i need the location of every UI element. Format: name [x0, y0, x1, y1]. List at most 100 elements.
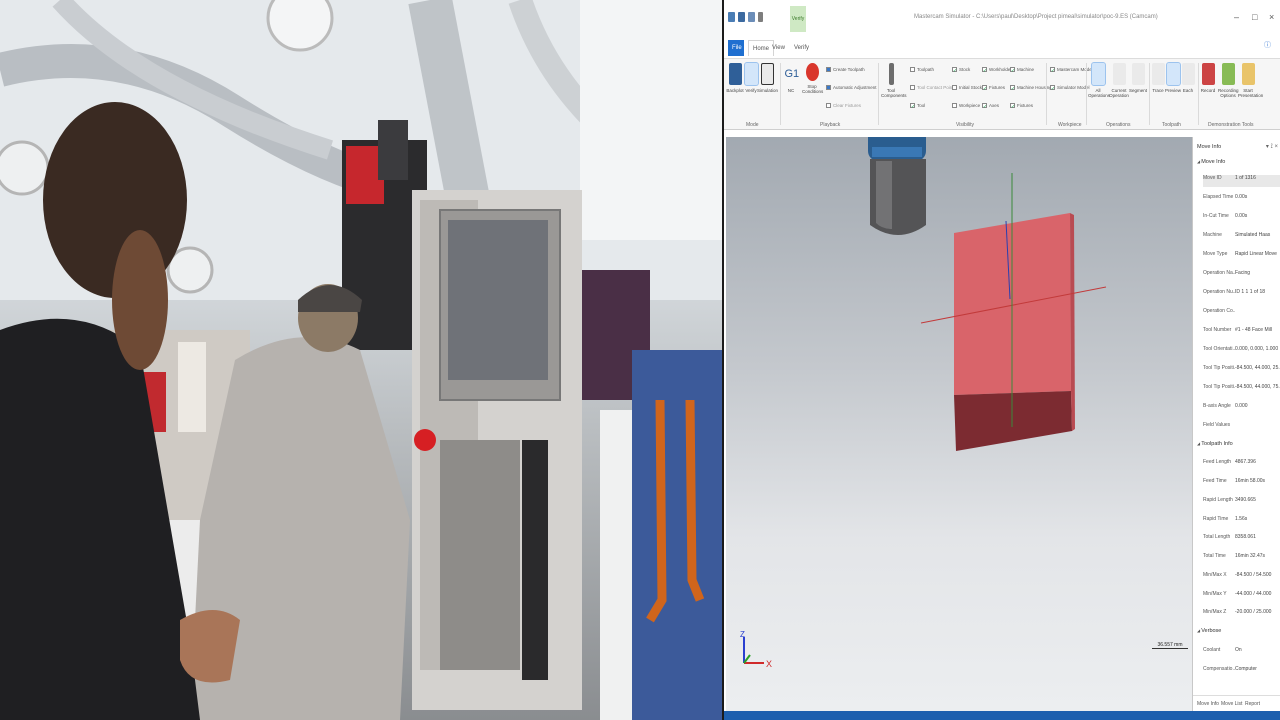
property-row[interactable]: Operation Nu... ID 1 1 1 of 18 — [1203, 289, 1280, 301]
window-title: Mastercam Simulator - C:\Users\paul\Desk… — [914, 14, 1158, 20]
property-row[interactable]: Feed Time 16min 58.00s — [1203, 478, 1280, 490]
property-row[interactable]: Compensatio... Computer — [1203, 666, 1280, 678]
tab-file[interactable]: File — [728, 40, 744, 56]
status-bar — [724, 711, 1280, 720]
property-row[interactable]: Machine Simulated Haas — [1203, 232, 1280, 244]
check-stock[interactable]: Stock — [952, 67, 970, 73]
viewport-scene — [868, 137, 1107, 451]
recording-options-button[interactable]: Recording Options — [1218, 63, 1239, 98]
recording-options-icon — [1221, 63, 1235, 85]
property-row[interactable]: Min/Max Y -44.000 / 44.000 — [1203, 591, 1280, 603]
property-row[interactable]: Tool Tip Positi... -84.500, 44.000, 75... — [1203, 384, 1280, 396]
property-row[interactable]: Min/Max Z -20.000 / 25.000 — [1203, 609, 1280, 621]
all-operations-icon — [1090, 62, 1106, 86]
tool-components-button[interactable]: Tool Components — [881, 63, 907, 98]
simulator-app-window: Verify Mastercam Simulator - C:\Users\pa… — [724, 0, 1280, 720]
property-row[interactable]: Total Length 8358.061 — [1203, 534, 1280, 546]
start-presentation-button[interactable]: Start Presentation — [1238, 63, 1263, 98]
segment-button[interactable]: Segment — [1128, 63, 1148, 93]
property-row[interactable]: B-axis Angle 0.000 — [1203, 403, 1280, 415]
minimize-button[interactable]: – — [1234, 12, 1239, 22]
tab-report[interactable]: Report — [1245, 701, 1260, 707]
property-row[interactable]: Operation Co... — [1203, 308, 1280, 320]
stop-conditions-button[interactable]: Stop Conditions — [802, 63, 823, 94]
each-button[interactable]: Each — [1178, 63, 1198, 93]
simulation-button[interactable]: Simulation — [757, 63, 778, 93]
property-key: Operation Co... — [1203, 308, 1235, 314]
verify-icon — [743, 62, 759, 86]
check-workholder[interactable]: Workholder — [982, 67, 1012, 73]
create-toolpath-option[interactable]: Create Toolpath — [826, 67, 865, 73]
property-row[interactable]: Tool Tip Positi... -84.500, 44.000, 25... — [1203, 365, 1280, 377]
record-button[interactable]: Record — [1198, 63, 1218, 93]
check-machine[interactable]: Machine — [1010, 67, 1034, 73]
panel-title: Move Info — [1197, 144, 1222, 150]
clear-fixtures-option[interactable]: Clear Fixtures — [826, 103, 861, 109]
group-label-mode: Mode — [746, 122, 759, 128]
maximize-button[interactable]: □ — [1252, 12, 1257, 22]
property-key: Min/Max Y — [1203, 591, 1227, 597]
check-tool[interactable]: Tool — [910, 103, 925, 109]
g1-icon: G1 — [784, 63, 799, 85]
property-value: 16min 58.00s — [1235, 478, 1266, 484]
property-value: 8358.061 — [1235, 534, 1256, 540]
property-row[interactable]: Coolant On — [1203, 647, 1280, 659]
group-label-visibility: Visibility — [956, 122, 974, 128]
current-operation-button[interactable]: Current Operation — [1109, 63, 1129, 98]
tool-holder — [868, 137, 926, 235]
section-header[interactable]: Verbose — [1197, 628, 1221, 634]
property-value: 1.56s — [1235, 516, 1248, 522]
property-row[interactable]: Elapsed Time 0.00s — [1203, 194, 1280, 206]
property-value: 0.000 — [1235, 403, 1248, 409]
property-row[interactable]: Operation Na... Facing — [1203, 270, 1280, 282]
group-label-playback: Playback — [820, 122, 841, 128]
property-row[interactable]: Field Values — [1203, 422, 1280, 434]
property-row[interactable]: Feed Length 4867.396 — [1203, 459, 1280, 471]
simulation-viewport[interactable]: Z X 36.557 mm — [726, 137, 1192, 711]
property-row[interactable]: Min/Max X -84.500 / 54.500 — [1203, 572, 1280, 584]
property-value: 0.00s — [1235, 213, 1248, 219]
property-row[interactable]: Tool Orientati... 0.000, 0.000, 1.000 — [1203, 346, 1280, 358]
property-row[interactable]: In-Cut Time 0.00s — [1203, 213, 1280, 225]
each-icon — [1181, 63, 1195, 85]
check-toolpath[interactable]: Toolpath — [910, 67, 934, 73]
save-icon[interactable] — [738, 12, 745, 22]
property-value: 16min 32.47s — [1235, 553, 1266, 559]
property-row[interactable]: Rapid Length 3490.665 — [1203, 497, 1280, 509]
undo-icon[interactable] — [748, 12, 755, 22]
section-header[interactable]: Move Info — [1197, 159, 1225, 165]
property-row[interactable]: Rapid Time 1.56s — [1203, 516, 1280, 528]
tab-view[interactable]: View — [768, 40, 789, 56]
camera-feed — [0, 0, 722, 720]
check-tool-contact-point[interactable]: Tool Contact Point — [910, 85, 954, 91]
panel-controls[interactable]: ▾ ⟟ × — [1266, 143, 1278, 151]
section-header[interactable]: Toolpath Info — [1197, 441, 1233, 447]
property-row[interactable]: Move Type Rapid Linear Move — [1203, 251, 1280, 263]
property-value: -84.500, 44.000, 75... — [1235, 384, 1280, 390]
all-operations-button[interactable]: All Operations — [1088, 62, 1110, 98]
nc-button[interactable]: G1 NC — [781, 63, 801, 93]
customize-qat-icon[interactable] — [758, 12, 763, 22]
property-key: Move ID — [1203, 175, 1222, 181]
property-row[interactable]: Total Time 16min 32.47s — [1203, 553, 1280, 565]
help-icon[interactable]: ⓘ — [1264, 40, 1271, 50]
tab-move-list[interactable]: Move List — [1221, 701, 1242, 707]
check-simulator-model[interactable]: Simulator Model — [1050, 85, 1090, 91]
check-initial-stock[interactable]: Initial Stock — [952, 85, 982, 91]
property-row[interactable]: Move ID 1 of 1316 — [1203, 175, 1280, 187]
check-fixtures-a[interactable]: Fixtures — [982, 85, 1005, 91]
property-value: 3490.665 — [1235, 497, 1256, 503]
property-value: 0.00s — [1235, 194, 1248, 200]
check-workpiece[interactable]: Workpiece — [952, 103, 980, 109]
property-key: Tool Tip Positi... — [1203, 365, 1235, 371]
tab-move-info[interactable]: Move Info — [1197, 701, 1219, 707]
check-fixtures-b[interactable]: Fixtures — [1010, 103, 1033, 109]
workshop-camera-image — [0, 0, 722, 720]
property-row[interactable]: Tool Number #1 - 48 Face Mill — [1203, 327, 1280, 339]
property-key: Elapsed Time — [1203, 194, 1234, 200]
automatic-adjustment-option[interactable]: Automatic Adjustment — [826, 85, 877, 91]
close-button[interactable]: × — [1269, 12, 1274, 22]
check-axes[interactable]: Axes — [982, 103, 999, 109]
tab-verify[interactable]: Verify — [790, 40, 813, 56]
property-value: Simulated Haas — [1235, 232, 1271, 238]
